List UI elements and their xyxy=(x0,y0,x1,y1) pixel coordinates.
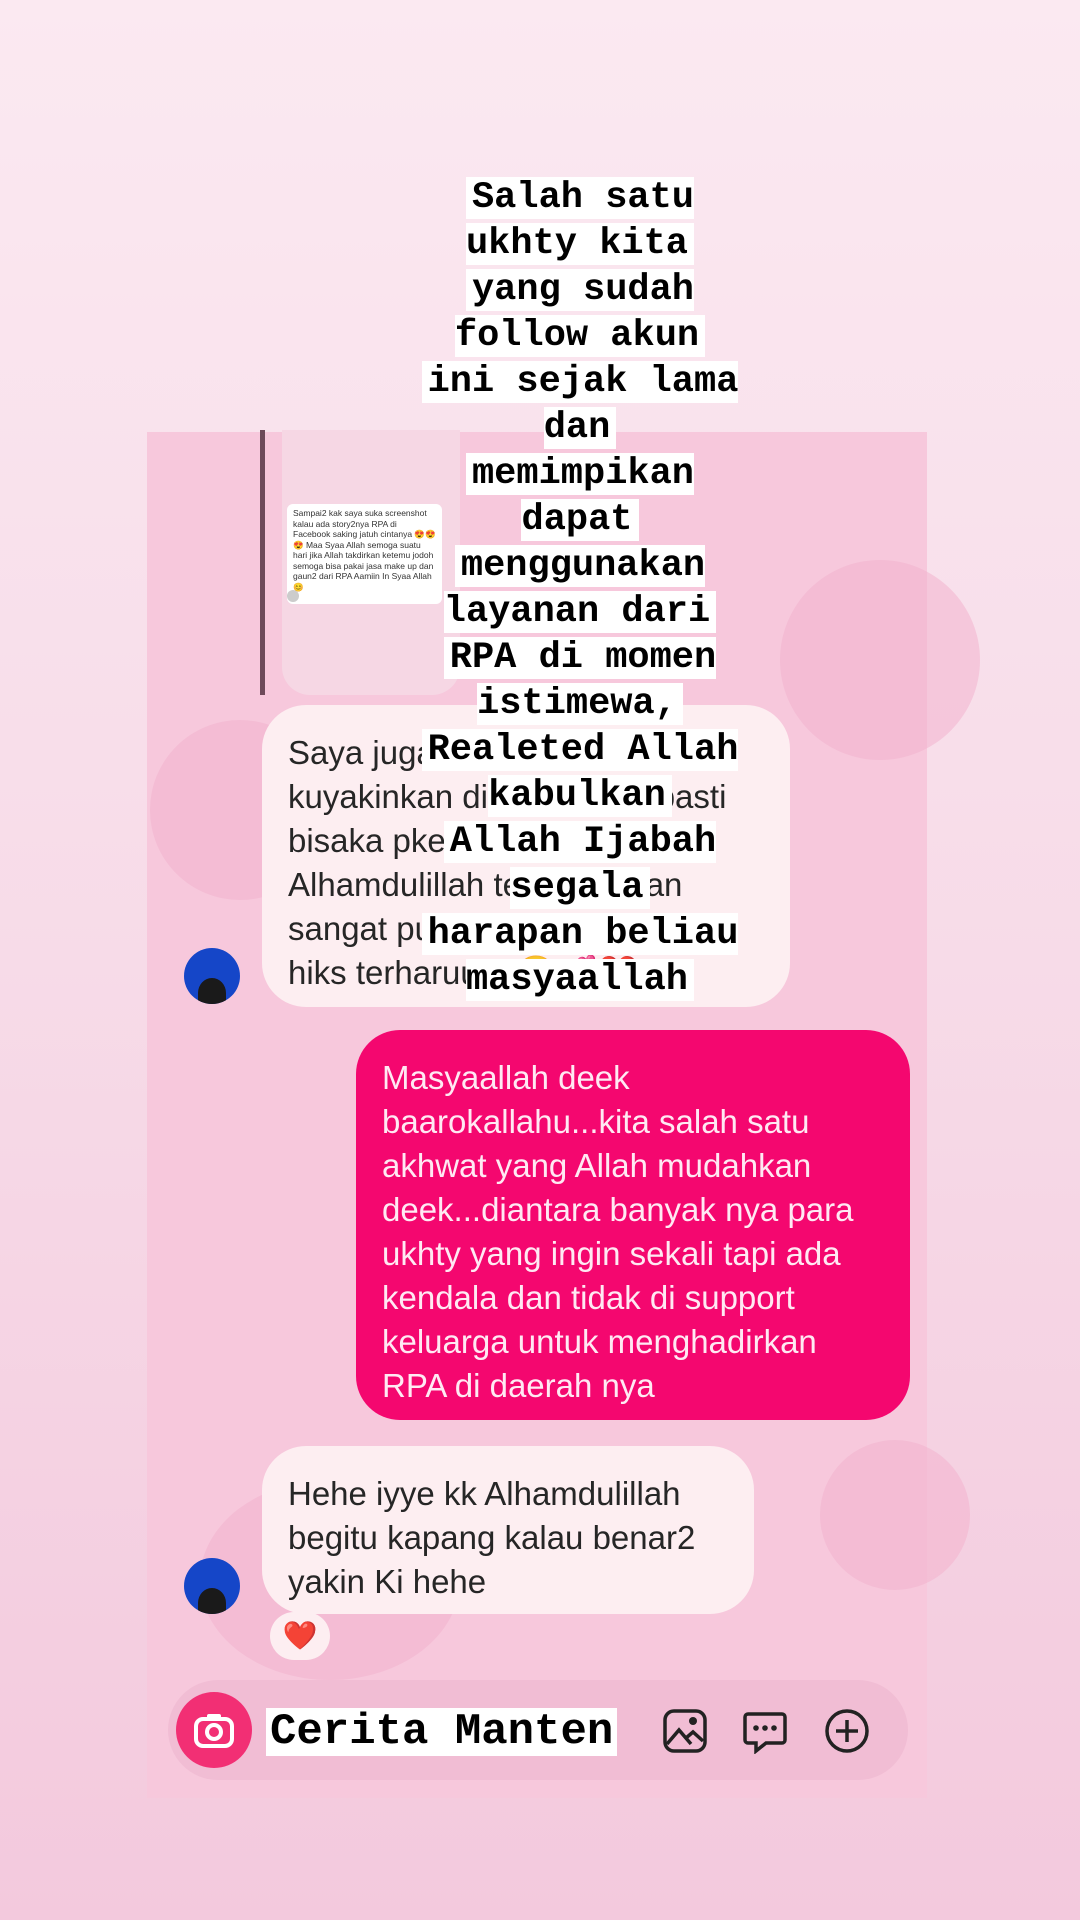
message-outgoing[interactable]: Masyaallah deek baarokallahu...kita sala… xyxy=(356,1030,910,1420)
message-incoming[interactable]: Hehe iyye kk Alhamdulillah begitu kapang… xyxy=(262,1446,754,1614)
caption-line: Realeted Allah kabulkan xyxy=(421,729,739,817)
message-line: RPA di daerah nya xyxy=(382,1367,655,1404)
caption-line: menggunakan layanan dari xyxy=(443,545,717,633)
story-caption: Salah satu ukhty kita yang sudah follow … xyxy=(420,175,740,1003)
add-circle-icon[interactable] xyxy=(824,1708,870,1754)
heart-reaction[interactable]: ❤️ xyxy=(270,1612,330,1660)
avatar[interactable] xyxy=(184,948,240,1004)
message-line: Masyaallah deek xyxy=(382,1059,630,1096)
reply-quote-bar xyxy=(260,430,265,695)
caption-line: Salah satu ukhty kita xyxy=(465,177,695,265)
camera-button[interactable] xyxy=(176,1692,252,1768)
caption-line: ini sejak lama dan xyxy=(421,361,739,449)
heart-decoration xyxy=(820,1440,970,1590)
camera-icon xyxy=(194,1714,234,1748)
caption-line: Allah Ijabah segala xyxy=(443,821,717,909)
message-line: deek...diantara banyak nya para xyxy=(382,1191,854,1228)
heart-decoration xyxy=(780,560,980,760)
caption-line: RPA di momen istimewa, xyxy=(443,637,717,725)
message-line: yakin Ki hehe xyxy=(288,1563,487,1600)
message-line: akhwat yang Allah mudahkan xyxy=(382,1147,812,1184)
composer-label: Cerita Manten xyxy=(266,1708,618,1756)
message-line: ukhty yang ingin sekali tapi ada xyxy=(382,1235,841,1272)
message-line: kendala dan tidak di support xyxy=(382,1279,795,1316)
caption-line: yang sudah follow akun xyxy=(454,269,706,357)
message-line: keluarga untuk menghadirkan xyxy=(382,1323,817,1360)
gallery-icon[interactable] xyxy=(662,1708,708,1754)
avatar[interactable] xyxy=(184,1558,240,1614)
story-avatar xyxy=(287,590,299,602)
message-line: Hehe iyye kk Alhamdulillah xyxy=(288,1475,681,1512)
message-line: baarokallahu...kita salah satu xyxy=(382,1103,810,1140)
sticker-chat-icon[interactable] xyxy=(742,1708,788,1754)
story-screenshot-text: Sampai2 kak saya suka screenshot kalau a… xyxy=(287,504,442,604)
caption-line: harapan beliau masyaallah xyxy=(421,913,739,1001)
caption-line: memimpikan dapat xyxy=(465,453,695,541)
message-line: begitu kapang kalau benar2 xyxy=(288,1519,696,1556)
